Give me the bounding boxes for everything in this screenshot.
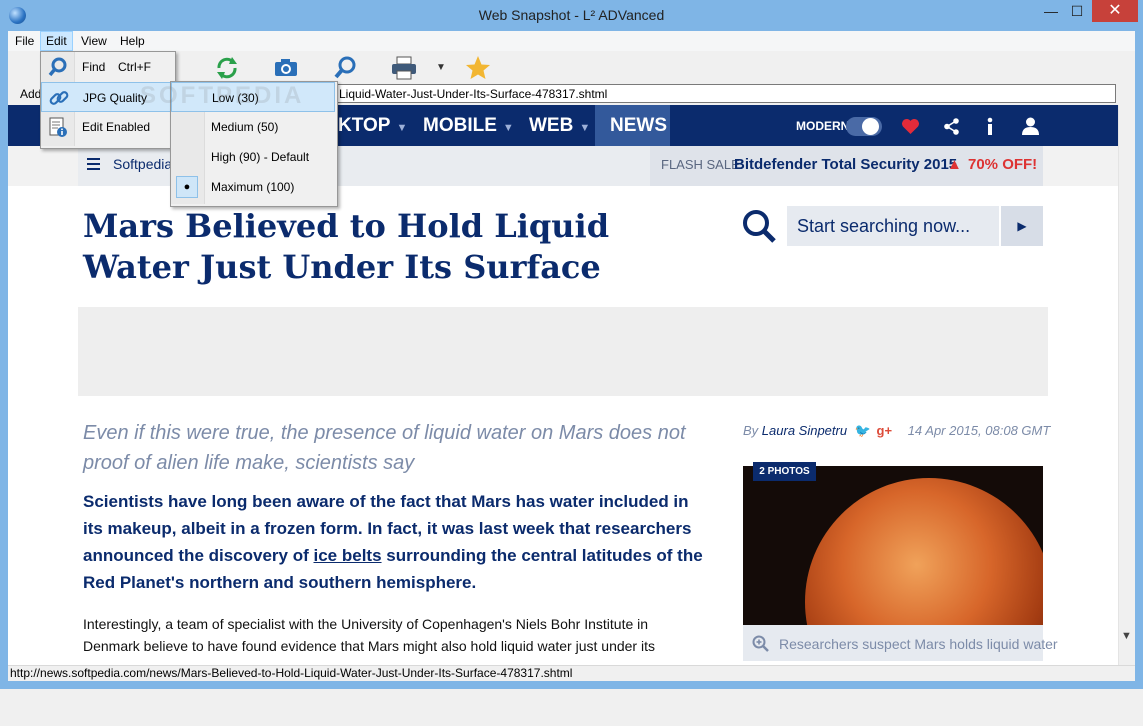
photo-count-badge[interactable]: 2 PHOTOS <box>753 462 816 481</box>
maximize-button[interactable]: ☐ <box>1064 0 1090 22</box>
flash-sale-title[interactable]: Bitdefender Total Security 2015 <box>734 156 957 173</box>
link-chain-icon <box>49 91 69 105</box>
menu-bar <box>8 31 1135 51</box>
find-icon <box>48 57 67 77</box>
search-icon[interactable] <box>741 208 777 244</box>
hamburger-menu-icon[interactable] <box>87 158 100 170</box>
chevron-down-icon: ▼ <box>579 122 591 134</box>
menu-help[interactable]: Help <box>120 34 145 48</box>
article-dek: Even if this were true, the presence of … <box>83 422 686 474</box>
article-lead: Scientists have long been aware of the f… <box>83 492 703 592</box>
article-date: 14 Apr 2015, 08:08 GMT <box>907 423 1051 438</box>
chevron-right-icon: ▶ <box>1017 219 1027 233</box>
quality-maximum[interactable]: ● Maximum (100) <box>171 172 335 202</box>
menu-item-edit-enabled[interactable]: Edit Enabled <box>41 112 173 142</box>
window-frame-bottom <box>0 681 1143 689</box>
scroll-down-arrow-icon[interactable]: ▼ <box>1118 630 1135 650</box>
flash-sale-label: FLASH SALE: <box>661 157 744 172</box>
softpedia-home-link[interactable]: Softpedia <box>113 156 172 172</box>
user-icon[interactable] <box>1021 117 1040 135</box>
search-toolbar-icon[interactable] <box>332 55 360 81</box>
author-link[interactable]: Laura Sinpetru <box>762 423 847 438</box>
print-icon[interactable] <box>390 55 418 81</box>
menu-file[interactable]: File <box>15 34 34 48</box>
zoom-in-icon[interactable] <box>752 635 769 652</box>
nav-news[interactable]: NEWS <box>610 115 667 137</box>
window-frame-right <box>1135 31 1143 689</box>
chevron-down-icon: ▼ <box>396 122 408 134</box>
address-label: Add <box>20 87 42 101</box>
nav-mobile[interactable]: MOBILE ▼ <box>423 115 514 137</box>
twitter-icon[interactable]: 🐦 <box>855 423 871 438</box>
article-byline: By Laura Sinpetru 🐦 g+ 14 Apr 2015, 08:0… <box>743 423 1051 438</box>
info-icon[interactable] <box>985 117 995 136</box>
favorite-star-icon[interactable] <box>464 55 492 81</box>
softpedia-watermark: SOFTPEDIA <box>140 82 305 109</box>
window-title: Web Snapshot - L² ADVanced <box>478 7 665 23</box>
print-dropdown-chevron-icon[interactable]: ▼ <box>436 62 446 73</box>
ice-belts-link[interactable]: ice belts <box>314 546 382 565</box>
chevron-down-icon: ▼ <box>502 122 514 134</box>
quality-medium[interactable]: Medium (50) <box>171 112 335 142</box>
share-icon[interactable] <box>943 118 960 135</box>
site-search-input[interactable]: Start searching now... <box>787 206 999 246</box>
quality-high[interactable]: High (90) - Default <box>171 142 335 172</box>
selected-bullet-icon: ● <box>176 176 198 198</box>
article-body: Interestingly, a team of specialist with… <box>83 616 655 661</box>
camera-icon[interactable] <box>272 55 300 81</box>
minimize-button[interactable]: — <box>1038 0 1064 22</box>
warning-icon: ▲ <box>947 156 962 173</box>
address-input[interactable]: Liquid-Water-Just-Under-Its-Surface-4783… <box>336 84 1116 103</box>
close-button[interactable]: ✕ <box>1092 0 1138 22</box>
photo-caption: Researchers suspect Mars holds liquid wa… <box>779 636 1058 652</box>
nav-desktop[interactable]: KTOP ▼ <box>338 115 407 137</box>
menu-edit[interactable]: Edit <box>46 34 67 48</box>
ad-placeholder <box>78 307 1048 396</box>
search-submit-button[interactable]: ▶ <box>1001 206 1043 246</box>
window-frame-left <box>0 31 8 689</box>
google-plus-icon[interactable]: g+ <box>877 423 893 438</box>
toolbar <box>8 51 1135 85</box>
toggle-knob <box>862 118 879 135</box>
status-bar: http://news.softpedia.com/news/Mars-Beli… <box>8 665 1135 681</box>
heart-icon[interactable] <box>901 118 920 135</box>
document-info-icon <box>49 117 67 137</box>
refresh-icon[interactable] <box>213 55 241 81</box>
flash-sale-discount[interactable]: 70% OFF! <box>968 156 1037 173</box>
menu-item-find[interactable]: Find Ctrl+F <box>41 52 173 82</box>
article-headline: Mars Believed to Hold Liquid Water Just … <box>83 207 610 286</box>
modern-label: MODERN <box>796 119 850 133</box>
nav-web[interactable]: WEB ▼ <box>529 115 590 137</box>
vertical-scrollbar[interactable] <box>1118 105 1135 665</box>
title-bar[interactable]: Web Snapshot - L² ADVanced <box>0 0 1143 31</box>
menu-view[interactable]: View <box>81 34 107 48</box>
app-globe-icon[interactable] <box>9 7 26 24</box>
